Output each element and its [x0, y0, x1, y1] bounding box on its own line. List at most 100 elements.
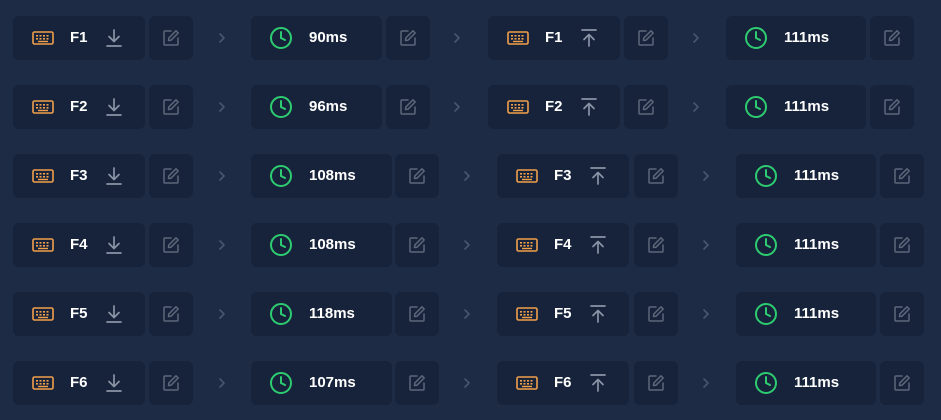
key-down-step[interactable]: F1 [13, 16, 145, 60]
delay-label: 90ms [309, 29, 348, 46]
edit-icon [162, 167, 180, 185]
clock-icon [754, 233, 778, 257]
edit-button[interactable] [634, 223, 678, 267]
chevron-right-icon [691, 29, 701, 47]
macro-step-list: F1 90ms F1 111ms F2 96ms F2 111ms F3 108ms F3 111ms… [0, 0, 941, 420]
download-icon [105, 304, 123, 324]
edit-button[interactable] [395, 223, 439, 267]
upload-icon [589, 166, 607, 186]
key-down-step[interactable]: F3 [13, 154, 145, 198]
keyboard-icon [32, 305, 54, 323]
chevron-right-icon [462, 374, 472, 392]
edit-button[interactable] [880, 223, 924, 267]
delay-step[interactable]: 118ms [251, 292, 392, 336]
keyboard-icon [516, 236, 538, 254]
edit-icon [162, 29, 180, 47]
key-up-step[interactable]: F3 [497, 154, 629, 198]
edit-button[interactable] [149, 16, 193, 60]
edit-icon [893, 167, 911, 185]
edit-icon [647, 167, 665, 185]
download-icon [105, 235, 123, 255]
clock-icon [269, 233, 293, 257]
edit-button[interactable] [880, 361, 924, 405]
edit-button[interactable] [634, 154, 678, 198]
delay-label: 111ms [794, 374, 840, 391]
delay-step[interactable]: 111ms [736, 154, 876, 198]
keyboard-icon [516, 167, 538, 185]
edit-icon [893, 374, 911, 392]
edit-button[interactable] [149, 154, 193, 198]
edit-button[interactable] [870, 16, 914, 60]
delay-step[interactable]: 111ms [736, 292, 876, 336]
delay-step[interactable]: 108ms [251, 154, 392, 198]
key-down-step[interactable]: F6 [13, 361, 145, 405]
edit-button[interactable] [395, 292, 439, 336]
key-up-step[interactable]: F1 [488, 16, 620, 60]
keyboard-icon [32, 29, 54, 47]
delay-step[interactable]: 96ms [251, 85, 382, 129]
key-down-step[interactable]: F2 [13, 85, 145, 129]
edit-button[interactable] [634, 361, 678, 405]
edit-button[interactable] [149, 292, 193, 336]
delay-step[interactable]: 111ms [736, 223, 876, 267]
key-up-step[interactable]: F2 [488, 85, 620, 129]
key-label: F6 [70, 374, 88, 391]
macro-row: F3 108ms F3 111ms [0, 154, 941, 198]
key-down-step[interactable]: F4 [13, 223, 145, 267]
delay-label: 111ms [794, 305, 840, 322]
edit-icon [883, 98, 901, 116]
delay-label: 111ms [794, 167, 840, 184]
key-down-step[interactable]: F5 [13, 292, 145, 336]
chevron-right-icon [217, 98, 227, 116]
clock-icon [269, 371, 293, 395]
edit-button[interactable] [395, 361, 439, 405]
edit-button[interactable] [149, 361, 193, 405]
delay-step[interactable]: 111ms [726, 85, 866, 129]
edit-button[interactable] [395, 154, 439, 198]
edit-button[interactable] [634, 292, 678, 336]
keyboard-icon [507, 29, 529, 47]
key-up-step[interactable]: F4 [497, 223, 629, 267]
edit-button[interactable] [386, 16, 430, 60]
edit-button[interactable] [149, 85, 193, 129]
upload-icon [589, 373, 607, 393]
keyboard-icon [32, 374, 54, 392]
chevron-right-icon [462, 305, 472, 323]
delay-label: 108ms [309, 167, 356, 184]
delay-step[interactable]: 90ms [251, 16, 382, 60]
chevron-right-icon [452, 29, 462, 47]
delay-step[interactable]: 107ms [251, 361, 392, 405]
delay-step[interactable]: 111ms [726, 16, 866, 60]
chevron-right-icon [217, 29, 227, 47]
edit-button[interactable] [880, 154, 924, 198]
edit-button[interactable] [149, 223, 193, 267]
keyboard-icon [516, 305, 538, 323]
chevron-right-icon [217, 374, 227, 392]
clock-icon [269, 95, 293, 119]
delay-step[interactable]: 108ms [251, 223, 392, 267]
edit-icon [647, 236, 665, 254]
macro-row: F1 90ms F1 111ms [0, 16, 941, 60]
key-label: F6 [554, 374, 572, 391]
key-label: F1 [545, 29, 563, 46]
chevron-right-icon [701, 374, 711, 392]
clock-icon [754, 302, 778, 326]
edit-button[interactable] [624, 85, 668, 129]
download-icon [105, 28, 123, 48]
delay-step[interactable]: 111ms [736, 361, 876, 405]
upload-icon [580, 97, 598, 117]
edit-icon [162, 374, 180, 392]
key-label: F2 [545, 98, 563, 115]
edit-button[interactable] [386, 85, 430, 129]
edit-button[interactable] [880, 292, 924, 336]
delay-label: 108ms [309, 236, 356, 253]
edit-button[interactable] [870, 85, 914, 129]
edit-button[interactable] [624, 16, 668, 60]
key-up-step[interactable]: F5 [497, 292, 629, 336]
chevron-right-icon [217, 236, 227, 254]
key-up-step[interactable]: F6 [497, 361, 629, 405]
key-label: F3 [70, 167, 88, 184]
delay-label: 111ms [794, 236, 840, 253]
upload-icon [580, 28, 598, 48]
key-label: F2 [70, 98, 88, 115]
